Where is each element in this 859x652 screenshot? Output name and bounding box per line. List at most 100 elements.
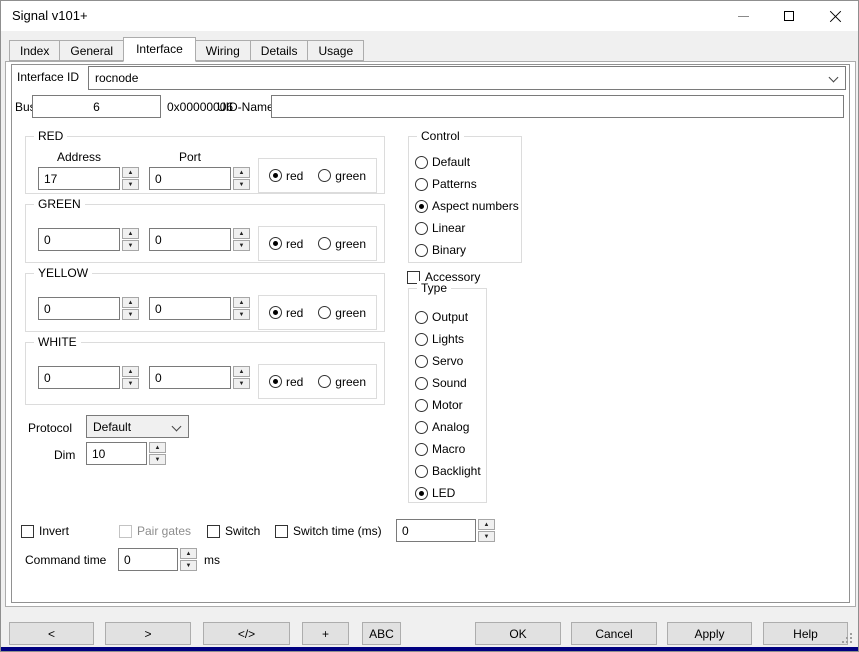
type-lights-radio[interactable]: Lights [415, 328, 481, 350]
radio-icon [318, 237, 331, 250]
radio-icon [269, 237, 282, 250]
switch-checkbox[interactable]: Switch [207, 524, 260, 538]
invert-checkbox[interactable]: Invert [21, 524, 69, 538]
red-gate-red-radio[interactable]: red [269, 169, 303, 183]
green-gate-red-radio[interactable]: red [269, 237, 303, 251]
type-servo-radio[interactable]: Servo [415, 350, 481, 372]
control-aspect-numbers-radio[interactable]: Aspect numbers [415, 195, 519, 217]
control-binary-radio[interactable]: Binary [415, 239, 519, 261]
yellow-gate-red-radio[interactable]: red [269, 306, 303, 320]
resize-grip[interactable] [842, 633, 844, 635]
yellow-port-input[interactable] [149, 297, 231, 320]
spin-up-button[interactable]: ▲ [233, 228, 250, 239]
nav-prev-button[interactable]: < [9, 622, 94, 645]
cancel-button[interactable]: Cancel [571, 622, 657, 645]
spin-up-button[interactable]: ▲ [233, 366, 250, 377]
green-gate-green-radio[interactable]: green [318, 237, 366, 251]
radio-label: Backlight [432, 464, 481, 478]
spin-down-button[interactable]: ▼ [122, 309, 139, 320]
red-gate-green-radio[interactable]: green [318, 169, 366, 183]
maximize-icon [784, 11, 794, 21]
checkbox-icon [119, 525, 132, 538]
spin-down-button[interactable]: ▼ [233, 240, 250, 251]
arrow-up-icon: ▲ [239, 369, 245, 375]
nav-code-button[interactable]: </> [203, 622, 290, 645]
spin-down-button[interactable]: ▼ [478, 531, 495, 542]
red-port-spinner: ▲ ▼ [233, 167, 250, 190]
spin-up-button[interactable]: ▲ [149, 442, 166, 453]
yellow-group-label: YELLOW [34, 266, 92, 281]
yellow-gate-green-radio[interactable]: green [318, 306, 366, 320]
maximize-button[interactable] [766, 1, 812, 31]
type-backlight-radio[interactable]: Backlight [415, 460, 481, 482]
spin-up-button[interactable]: ▲ [233, 167, 250, 178]
spin-up-button[interactable]: ▲ [233, 297, 250, 308]
white-gate-red-radio[interactable]: red [269, 375, 303, 389]
red-address-input[interactable] [38, 167, 120, 190]
white-gate-green-radio[interactable]: green [318, 375, 366, 389]
tab-wiring[interactable]: Wiring [195, 40, 251, 61]
tab-general[interactable]: General [59, 40, 124, 61]
type-sound-radio[interactable]: Sound [415, 372, 481, 394]
type-motor-radio[interactable]: Motor [415, 394, 481, 416]
spin-up-button[interactable]: ▲ [122, 366, 139, 377]
white-address-input[interactable] [38, 366, 120, 389]
radio-label: Default [432, 155, 470, 169]
minimize-button[interactable] [720, 1, 766, 31]
control-linear-radio[interactable]: Linear [415, 217, 519, 239]
white-port-input[interactable] [149, 366, 231, 389]
nav-next-button[interactable]: > [105, 622, 191, 645]
radio-label: LED [432, 486, 455, 500]
spin-down-button[interactable]: ▼ [233, 179, 250, 190]
switch-time-checkbox[interactable]: Switch time (ms) [275, 524, 382, 538]
green-port-input[interactable] [149, 228, 231, 251]
radio-label: Servo [432, 354, 463, 368]
ok-button[interactable]: OK [475, 622, 561, 645]
spin-down-button[interactable]: ▼ [233, 309, 250, 320]
spin-down-button[interactable]: ▼ [122, 378, 139, 389]
spin-up-button[interactable]: ▲ [122, 228, 139, 239]
spin-up-button[interactable]: ▲ [122, 167, 139, 178]
yellow-address-input[interactable] [38, 297, 120, 320]
protocol-value: Default [93, 420, 131, 434]
pair-gates-checkbox: Pair gates [119, 524, 191, 538]
nav-abc-button[interactable]: ABC [362, 622, 401, 645]
apply-button[interactable]: Apply [667, 622, 752, 645]
white-address-spinner: ▲ ▼ [122, 366, 139, 389]
spin-down-button[interactable]: ▼ [233, 378, 250, 389]
dim-input[interactable] [86, 442, 147, 465]
green-group: GREEN ▲ ▼ ▲ ▼ red green [25, 204, 385, 263]
spin-up-button[interactable]: ▲ [478, 519, 495, 530]
green-address-input[interactable] [38, 228, 120, 251]
command-time-input[interactable] [118, 548, 178, 571]
help-button[interactable]: Help [763, 622, 848, 645]
spin-down-button[interactable]: ▼ [122, 240, 139, 251]
tab-interface[interactable]: Interface [123, 37, 196, 62]
red-port-input[interactable] [149, 167, 231, 190]
type-macro-radio[interactable]: Macro [415, 438, 481, 460]
arrow-down-icon: ▼ [128, 381, 134, 387]
tab-usage[interactable]: Usage [307, 40, 364, 61]
tab-details[interactable]: Details [250, 40, 309, 61]
protocol-dropdown[interactable]: Default [86, 415, 189, 438]
uid-name-input[interactable] [271, 95, 844, 118]
chevron-down-icon [829, 73, 839, 83]
close-button[interactable] [812, 1, 858, 31]
nav-add-button[interactable]: + [302, 622, 349, 645]
type-led-radio[interactable]: LED [415, 482, 481, 504]
spin-up-button[interactable]: ▲ [180, 548, 197, 559]
red-address-spinner: ▲ ▼ [122, 167, 139, 190]
type-output-radio[interactable]: Output [415, 306, 481, 328]
tab-index[interactable]: Index [9, 40, 60, 61]
control-patterns-radio[interactable]: Patterns [415, 173, 519, 195]
command-time-spinner-field: ▲ ▼ [118, 548, 197, 571]
type-analog-radio[interactable]: Analog [415, 416, 481, 438]
spin-down-button[interactable]: ▼ [149, 454, 166, 465]
interface-id-combobox[interactable]: rocnode [88, 66, 846, 90]
switch-time-input[interactable] [396, 519, 476, 542]
bus-input[interactable] [32, 95, 161, 118]
control-default-radio[interactable]: Default [415, 151, 519, 173]
spin-up-button[interactable]: ▲ [122, 297, 139, 308]
spin-down-button[interactable]: ▼ [122, 179, 139, 190]
spin-down-button[interactable]: ▼ [180, 560, 197, 571]
